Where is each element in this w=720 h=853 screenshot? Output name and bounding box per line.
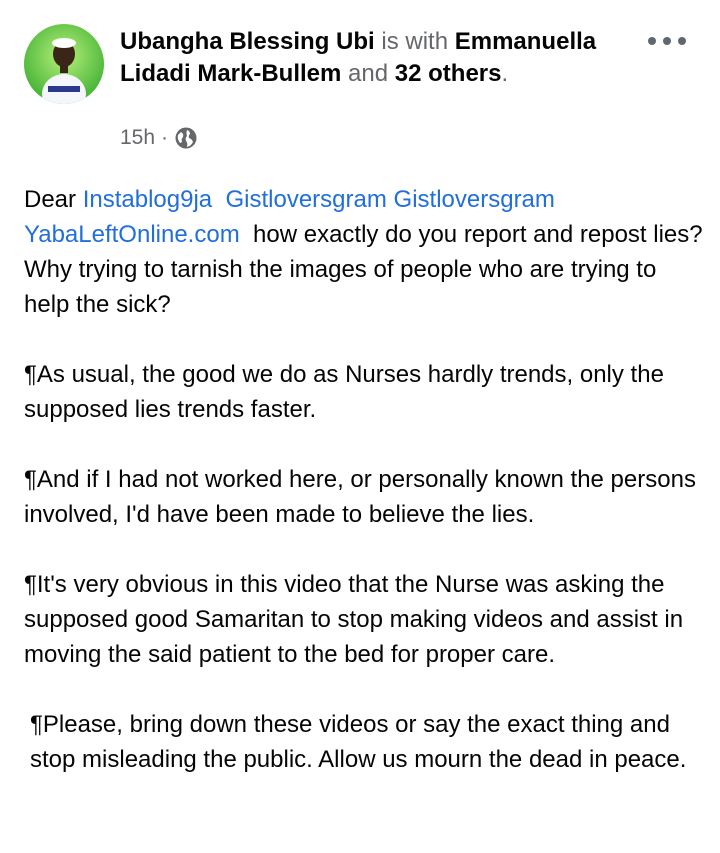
post-time[interactable]: 15h (120, 126, 155, 150)
paragraph-4: ¶It's very obvious in this video that th… (24, 571, 684, 668)
more-dot (648, 37, 656, 45)
mention-link[interactable]: Gistloversgram (225, 186, 386, 213)
post-body: Dear Instablog9ja Gistloversgram Gistlov… (24, 182, 704, 812)
meta-separator: · (161, 126, 169, 149)
others-link[interactable]: 32 others (395, 60, 502, 87)
and-text: and (348, 60, 389, 87)
paragraph-2: ¶As usual, the good we do as Nurses hard… (24, 361, 664, 423)
author-name[interactable]: Ubangha Blessing Ubi (120, 28, 375, 55)
period-text: . (501, 60, 509, 87)
more-dot (663, 37, 671, 45)
paragraph-1: Dear Instablog9ja Gistloversgram Gistlov… (24, 182, 704, 322)
post-header: Ubangha Blessing Ubi is with Emmanuella … (120, 26, 640, 90)
is-with-text: is with (381, 28, 449, 55)
mention-link[interactable]: Gistloversgram (394, 186, 555, 213)
paragraph-5: ¶Please, bring down these videos or say … (30, 711, 687, 773)
greeting-text: Dear (24, 186, 77, 213)
more-dot (678, 37, 686, 45)
mention-link[interactable]: Instablog9ja (83, 186, 212, 213)
mention-link[interactable]: YabaLeftOnline.com (24, 221, 240, 248)
globe-icon[interactable] (174, 126, 198, 150)
paragraph-3: ¶And if I had not worked here, or person… (24, 466, 696, 528)
more-options-button[interactable] (648, 30, 686, 52)
author-avatar[interactable] (24, 24, 104, 104)
avatar-photo (24, 24, 104, 104)
post-meta: 15h · (120, 126, 198, 150)
